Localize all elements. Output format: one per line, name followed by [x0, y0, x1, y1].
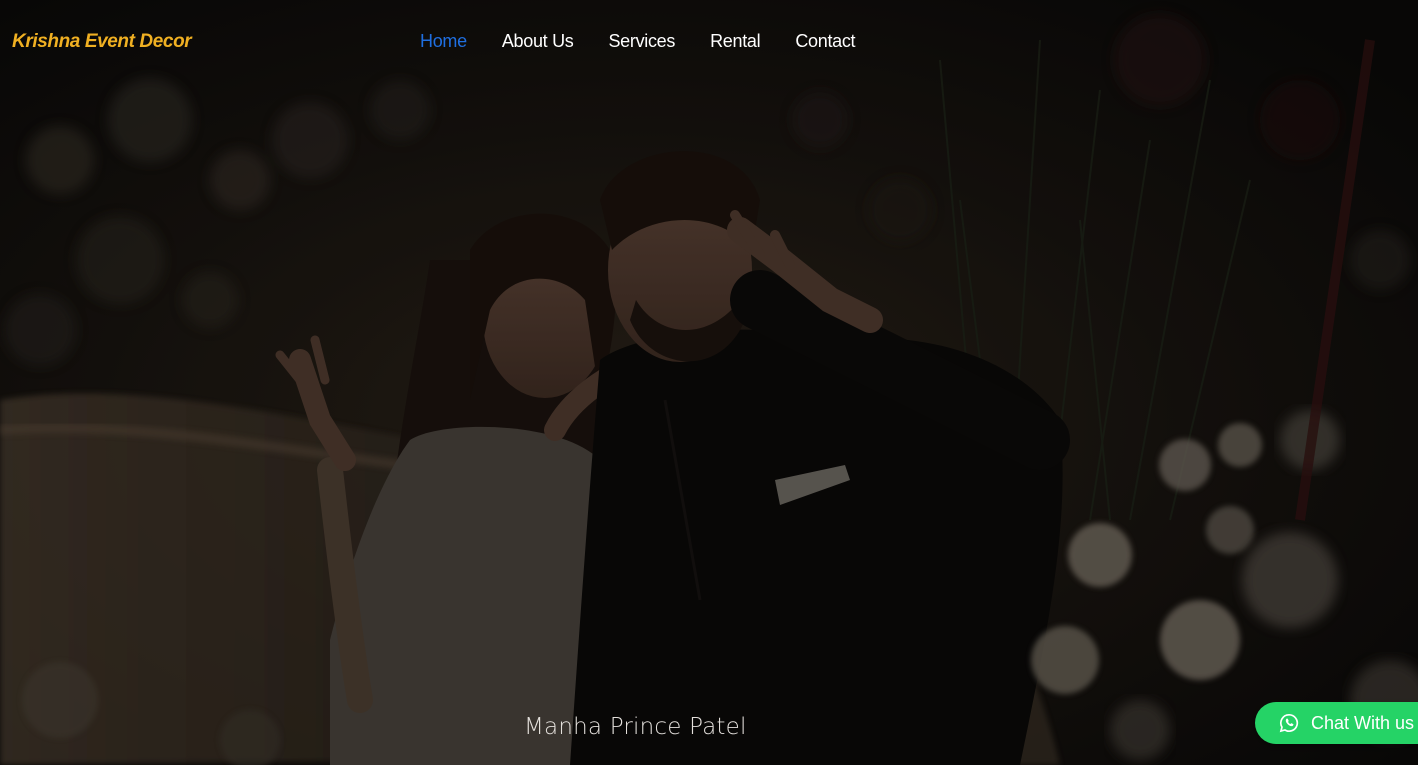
hero-caption: Manha Prince Patel: [524, 714, 747, 740]
brand-logo[interactable]: Krishna Event Decor: [12, 31, 192, 53]
nav-contact-link[interactable]: Contact: [795, 31, 855, 52]
nav-home-link[interactable]: Home: [420, 31, 467, 52]
hero-dark-overlay: [0, 0, 1418, 765]
hero-section: Krishna Event Decor Home About Us Servic…: [0, 0, 1418, 765]
whatsapp-icon: [1279, 713, 1299, 733]
whatsapp-chat-button[interactable]: Chat With us: [1255, 702, 1418, 744]
nav-services-link[interactable]: Services: [608, 31, 675, 52]
nav-about-us-link[interactable]: About Us: [502, 31, 574, 52]
nav-rental-link[interactable]: Rental: [710, 31, 761, 52]
chat-button-label: Chat With us: [1311, 712, 1415, 733]
top-navbar: Krishna Event Decor Home About Us Servic…: [0, 0, 1418, 84]
nav-menu: Home About Us Services Rental Contact: [420, 31, 890, 52]
